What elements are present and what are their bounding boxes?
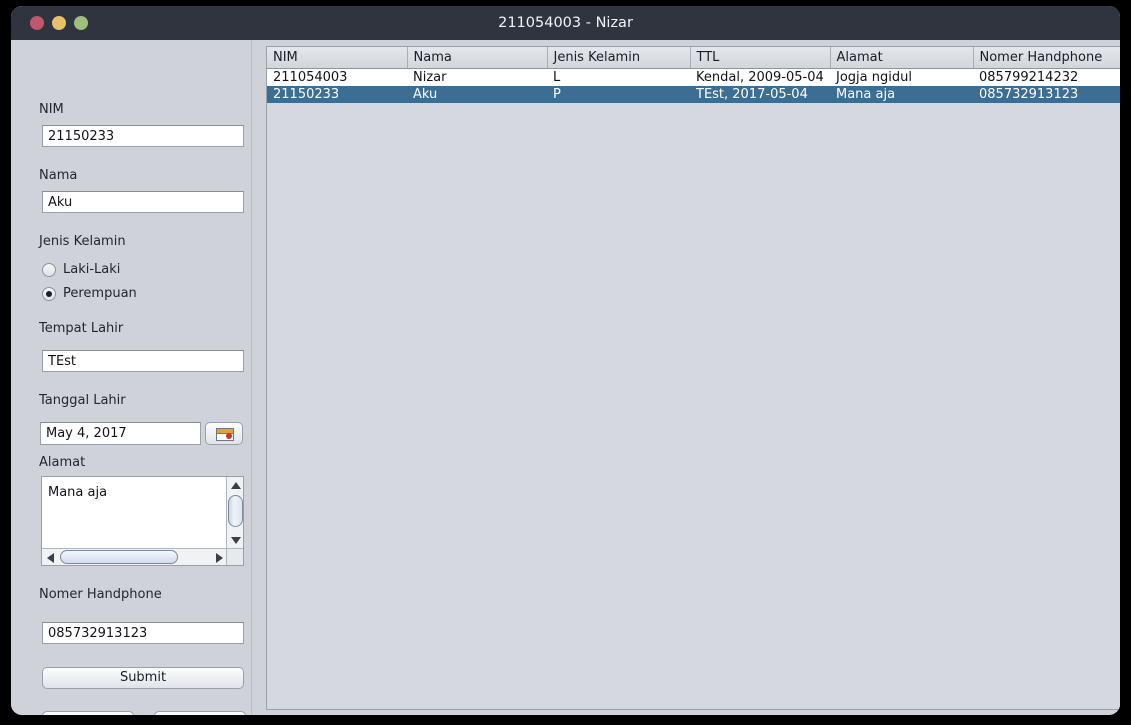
title-bar: 211054003 - Nizar — [11, 6, 1120, 40]
clear-button[interactable]: Clear — [42, 711, 134, 715]
horizontal-scroll-thumb[interactable] — [60, 550, 178, 564]
horizontal-scrollbar[interactable] — [42, 548, 228, 565]
nim-input[interactable] — [42, 125, 244, 147]
tanggal-lahir-label: Tanggal Lahir — [39, 393, 126, 408]
radio-circle-selected-icon — [42, 287, 56, 301]
radio-perempuan[interactable]: Perempuan — [42, 286, 162, 304]
cell-nomer-handphone: 085799214232 — [979, 70, 1079, 85]
table-empty-area — [267, 101, 1120, 709]
alamat-textarea[interactable]: Mana aja — [41, 476, 244, 566]
cell-ttl: TEst, 2017-05-04 — [690, 86, 830, 103]
scrollbar-corner — [226, 548, 243, 565]
alamat-label: Alamat — [39, 455, 86, 470]
alamat-text-value: Mana aja — [48, 485, 108, 500]
radio-perempuan-label: Perempuan — [63, 286, 137, 301]
window-title: 211054003 - Nizar — [498, 15, 633, 31]
delete-button[interactable]: Delete — [154, 711, 246, 715]
radio-circle-icon — [42, 263, 56, 277]
nama-input[interactable] — [42, 191, 244, 213]
cell-alamat: Mana aja — [830, 86, 973, 103]
scroll-up-arrow-icon[interactable] — [231, 482, 241, 489]
column-header-alamat[interactable]: Alamat — [830, 47, 974, 69]
form-panel: NIM Nama Jenis Kelamin Laki-Laki Perempu… — [11, 40, 248, 715]
panel-divider — [251, 40, 252, 715]
cell-jenis-kelamin: L — [553, 70, 561, 85]
radio-laki-laki[interactable]: Laki-Laki — [42, 262, 162, 280]
cell-nim: 211054003 — [273, 70, 348, 85]
submit-button[interactable]: Submit — [42, 667, 244, 689]
data-table-container: NIM Nama Jenis Kelamin TTL Alamat Nomer … — [266, 46, 1120, 710]
table-row[interactable]: 211054003 Nizar L Kendal, 2009-05-04 Jog… — [267, 69, 1120, 87]
cell-nama: Nizar — [413, 70, 447, 85]
vertical-scrollbar[interactable] — [226, 477, 243, 549]
nama-label: Nama — [39, 168, 78, 183]
jenis-kelamin-label: Jenis Kelamin — [39, 234, 126, 249]
scroll-right-arrow-icon[interactable] — [216, 553, 223, 563]
cell-alamat: Jogja ngidul — [836, 70, 912, 85]
vertical-scroll-thumb[interactable] — [228, 495, 243, 527]
column-header-jenis-kelamin[interactable]: Jenis Kelamin — [547, 47, 691, 69]
column-header-ttl[interactable]: TTL — [690, 47, 831, 69]
window-content: NIM Nama Jenis Kelamin Laki-Laki Perempu… — [11, 40, 1120, 715]
column-header-nama[interactable]: Nama — [407, 47, 548, 69]
tempat-lahir-label: Tempat Lahir — [39, 321, 124, 336]
cell-nim: 21150233 — [267, 86, 407, 103]
nomer-handphone-label: Nomer Handphone — [39, 587, 162, 602]
tanggal-lahir-input[interactable] — [40, 422, 201, 445]
column-header-nim[interactable]: NIM — [267, 47, 408, 69]
calendar-icon — [216, 428, 234, 441]
cell-nomer-handphone: 085732913123 — [973, 86, 1120, 103]
tempat-lahir-input[interactable] — [42, 350, 244, 372]
table-row[interactable]: 21150233 Aku P TEst, 2017-05-04 Mana aja… — [267, 86, 1120, 103]
nomer-handphone-input[interactable] — [42, 622, 244, 644]
cell-nama: Aku — [407, 86, 547, 103]
data-table: NIM Nama Jenis Kelamin TTL Alamat Nomer … — [267, 47, 1120, 103]
scroll-left-arrow-icon[interactable] — [47, 553, 54, 563]
column-header-nomer-handphone[interactable]: Nomer Handphone — [973, 47, 1120, 69]
table-header-row: NIM Nama Jenis Kelamin TTL Alamat Nomer … — [267, 47, 1120, 69]
radio-laki-laki-label: Laki-Laki — [63, 262, 121, 277]
nim-label: NIM — [39, 102, 64, 117]
scroll-down-arrow-icon[interactable] — [231, 537, 241, 544]
date-picker-button[interactable] — [205, 422, 243, 445]
cell-jenis-kelamin: P — [547, 86, 690, 103]
application-window: 211054003 - Nizar NIM Nama Jenis Kelamin… — [11, 6, 1120, 715]
cell-ttl: Kendal, 2009-05-04 — [696, 70, 824, 85]
